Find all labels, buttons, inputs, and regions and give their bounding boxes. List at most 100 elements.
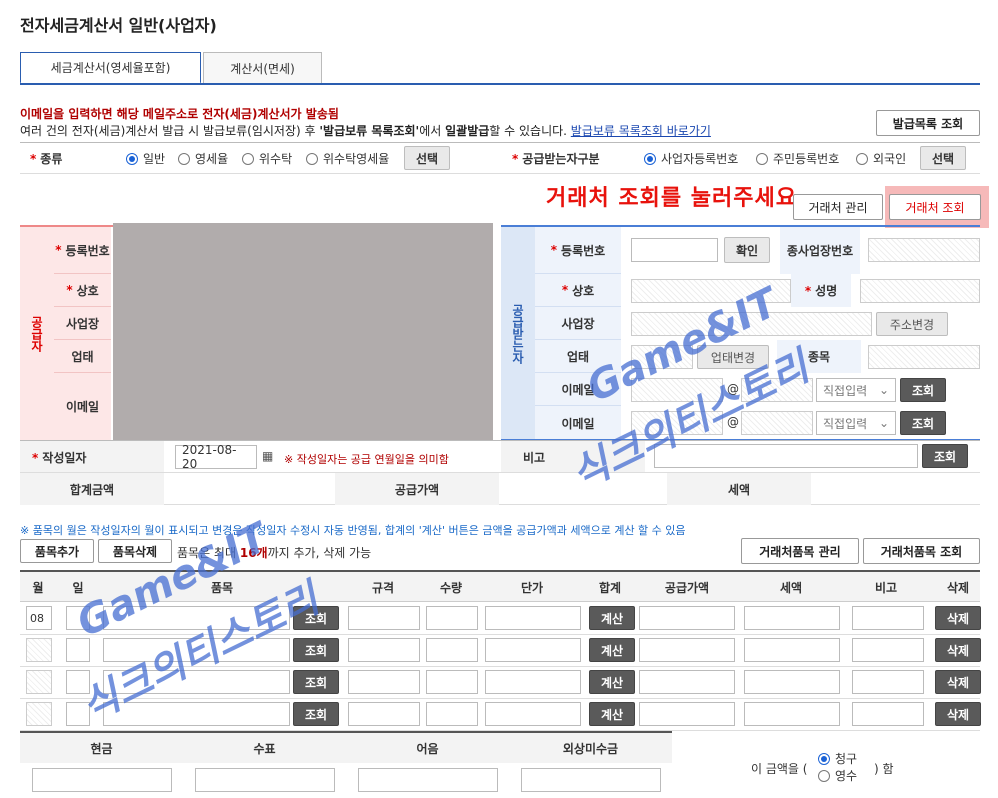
- note-input[interactable]: [358, 768, 498, 792]
- pending-list-link[interactable]: 발급보류 목록조회 바로가기: [571, 124, 711, 138]
- item-name[interactable]: [103, 670, 290, 694]
- buyer-item-input[interactable]: [868, 345, 980, 369]
- divider: [20, 173, 980, 174]
- item-supply[interactable]: [639, 702, 735, 726]
- item-search-button[interactable]: 조회: [293, 638, 339, 662]
- item-supply[interactable]: [639, 606, 735, 630]
- buyer-name-input[interactable]: [631, 279, 791, 303]
- buyer-addr-label: 사업장: [535, 307, 621, 340]
- item-calc-button[interactable]: 계산: [589, 702, 635, 726]
- item-month[interactable]: [26, 702, 52, 726]
- item-unit-price[interactable]: [485, 702, 581, 726]
- buyer-reg-confirm-button[interactable]: 확인: [724, 237, 770, 263]
- item-name[interactable]: [103, 702, 290, 726]
- radio-foreigner[interactable]: 외국인: [856, 150, 906, 167]
- delete-item-button[interactable]: 품목삭제: [98, 539, 172, 563]
- item-month[interactable]: [26, 670, 52, 694]
- radio-normal[interactable]: 일반: [126, 150, 165, 167]
- item-name[interactable]: [103, 638, 290, 662]
- buyer-reg-input[interactable]: [631, 238, 718, 262]
- item-spec[interactable]: [348, 606, 420, 630]
- item-day[interactable]: [66, 638, 90, 662]
- item-calc-button[interactable]: 계산: [589, 638, 635, 662]
- buyer-email2-search-button[interactable]: 조회: [900, 411, 946, 435]
- partner-item-search-button[interactable]: 거래처품목 조회: [863, 538, 980, 564]
- email-at: @: [727, 382, 739, 396]
- item-memo[interactable]: [852, 606, 924, 630]
- item-spec[interactable]: [348, 670, 420, 694]
- calendar-icon[interactable]: ▦: [262, 449, 273, 463]
- buyer-email2-domain[interactable]: [741, 411, 813, 435]
- buyer-email2-select[interactable]: 직접입력 ⌄: [816, 411, 896, 435]
- cash-input[interactable]: [32, 768, 172, 792]
- item-calc-button[interactable]: 계산: [589, 606, 635, 630]
- buyer-email1-search-button[interactable]: 조회: [900, 378, 946, 402]
- buyer-addr-input[interactable]: [631, 312, 872, 336]
- issue-list-button[interactable]: 발급목록 조회: [876, 110, 980, 136]
- item-day[interactable]: [66, 670, 90, 694]
- partner-search-button[interactable]: 거래처 조회: [889, 194, 981, 220]
- tab-invoice-exempt[interactable]: 계산서(면세): [203, 52, 322, 84]
- memo-input[interactable]: [654, 444, 918, 468]
- type-select-button[interactable]: 선택: [404, 146, 450, 170]
- buyer-email1-id[interactable]: [631, 378, 723, 402]
- item-unit-price[interactable]: [485, 670, 581, 694]
- item-supply[interactable]: [639, 638, 735, 662]
- item-spec[interactable]: [348, 702, 420, 726]
- item-month[interactable]: [26, 638, 52, 662]
- item-qty[interactable]: [426, 638, 478, 662]
- item-unit-price[interactable]: [485, 606, 581, 630]
- radio-receipt[interactable]: 영수: [818, 767, 857, 784]
- item-delete-button[interactable]: 삭제: [935, 606, 981, 630]
- item-month[interactable]: 08: [26, 606, 52, 630]
- partner-item-manage-button[interactable]: 거래처품목 관리: [741, 538, 859, 564]
- tab-tax-invoice[interactable]: 세금계산서(영세율포함): [20, 52, 201, 84]
- item-search-button[interactable]: 조회: [293, 606, 339, 630]
- item-memo[interactable]: [852, 702, 924, 726]
- memo-search-button[interactable]: 조회: [922, 444, 968, 468]
- item-day[interactable]: [66, 702, 90, 726]
- radio-consign-zero[interactable]: 위수탁영세율: [306, 150, 389, 167]
- radio-resident-reg[interactable]: 주민등록번호: [756, 150, 839, 167]
- radio-consign[interactable]: 위수탁: [242, 150, 292, 167]
- item-tax[interactable]: [744, 606, 840, 630]
- item-day[interactable]: [66, 606, 90, 630]
- item-memo[interactable]: [852, 670, 924, 694]
- item-unit-price[interactable]: [485, 638, 581, 662]
- check-input[interactable]: [195, 768, 335, 792]
- item-qty[interactable]: [426, 606, 478, 630]
- add-item-button[interactable]: 품목추가: [20, 539, 94, 563]
- buyer-biz-input[interactable]: [631, 345, 693, 369]
- item-supply[interactable]: [639, 670, 735, 694]
- item-calc-button[interactable]: 계산: [589, 670, 635, 694]
- item-qty[interactable]: [426, 702, 478, 726]
- totals-row: [20, 473, 980, 505]
- item-name[interactable]: [103, 606, 290, 630]
- item-delete-button[interactable]: 삭제: [935, 702, 981, 726]
- radio-claim[interactable]: 청구: [818, 750, 857, 767]
- radio-label: 위수탁: [259, 152, 293, 166]
- item-qty[interactable]: [426, 670, 478, 694]
- buyer-email1-domain[interactable]: [741, 378, 813, 402]
- credit-input[interactable]: [521, 768, 661, 792]
- item-tax[interactable]: [744, 702, 840, 726]
- buyer-email2-id[interactable]: [631, 411, 723, 435]
- buyer-addr-change-button[interactable]: 주소변경: [876, 312, 948, 336]
- partner-manage-button[interactable]: 거래처 관리: [793, 194, 883, 220]
- item-search-button[interactable]: 조회: [293, 702, 339, 726]
- item-search-button[interactable]: 조회: [293, 670, 339, 694]
- item-tax[interactable]: [744, 670, 840, 694]
- radio-business-reg[interactable]: 사업자등록번호: [644, 150, 738, 167]
- item-memo[interactable]: [852, 638, 924, 662]
- buyer-email1-select[interactable]: 직접입력 ⌄: [816, 378, 896, 402]
- item-tax[interactable]: [744, 638, 840, 662]
- radio-zero-rate[interactable]: 영세율: [178, 150, 228, 167]
- item-delete-button[interactable]: 삭제: [935, 670, 981, 694]
- date-input[interactable]: 2021-08-20: [175, 443, 257, 471]
- buyer-subreg-input[interactable]: [868, 238, 980, 262]
- buyer-type-select-button[interactable]: 선택: [920, 146, 966, 170]
- item-delete-button[interactable]: 삭제: [935, 638, 981, 662]
- buyer-biz-change-button[interactable]: 업태변경: [697, 345, 769, 369]
- item-spec[interactable]: [348, 638, 420, 662]
- buyer-rep-input[interactable]: [860, 279, 980, 303]
